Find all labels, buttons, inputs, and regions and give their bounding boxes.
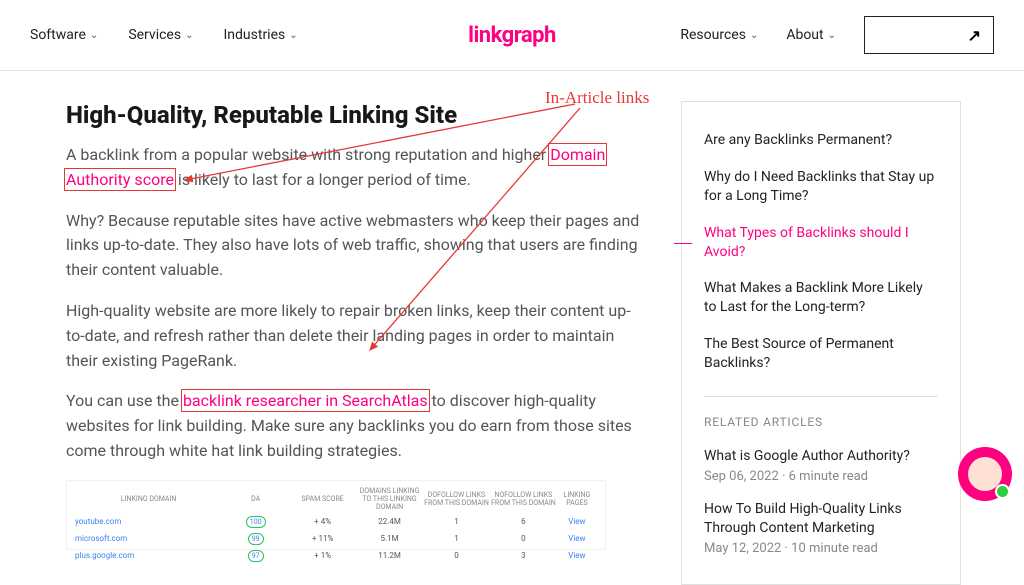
chevron-down-icon: ⌄ [90, 30, 98, 41]
related-heading: RELATED ARTICLES [704, 396, 938, 429]
top-nav: Software⌄ Services⌄ Industries⌄ linkgrap… [0, 0, 1024, 71]
article-body: High-Quality, Reputable Linking Site A b… [66, 101, 641, 585]
toc-item[interactable]: Are any Backlinks Permanent? [704, 122, 938, 159]
arrow-up-right-icon: ↗ [968, 26, 981, 45]
chevron-down-icon: ⌄ [750, 30, 758, 41]
chevron-down-icon: ⌄ [185, 30, 193, 41]
toc-item[interactable]: Why do I Need Backlinks that Stay up for… [704, 159, 938, 215]
nav-industries[interactable]: Industries⌄ [223, 27, 297, 43]
sidebar: Are any Backlinks Permanent?Why do I Nee… [681, 101, 961, 585]
nav-services[interactable]: Services⌄ [128, 27, 193, 43]
embedded-screenshot: LINKING DOMAINDASPAM SCOREDOMAINS LINKIN… [66, 480, 606, 550]
nav-about[interactable]: About⌄ [786, 27, 836, 43]
logo[interactable]: linkgraph [468, 23, 556, 48]
chevron-down-icon: ⌄ [828, 30, 836, 41]
toc-item[interactable]: The Best Source of Permanent Backlinks? [704, 326, 938, 382]
chevron-down-icon: ⌄ [289, 30, 297, 41]
related-article[interactable]: How To Build High-Quality Links Through … [704, 492, 938, 564]
chat-widget[interactable] [958, 447, 1012, 501]
toc-item[interactable]: What Types of Backlinks should I Avoid? [704, 215, 938, 271]
paragraph-4: You can use the backlink researcher in S… [66, 389, 641, 463]
table-row: plus.google.com97+ 1%11.2M03View [75, 550, 597, 562]
nav-left: Software⌄ Services⌄ Industries⌄ [30, 27, 298, 43]
toc-item[interactable]: What Makes a Backlink More Likely to Las… [704, 270, 938, 326]
nav-software[interactable]: Software⌄ [30, 27, 98, 43]
table-row: microsoft.com99+ 11%5.1M10View [75, 533, 597, 545]
nav-right: Resources⌄ About⌄ ↗ [680, 16, 994, 54]
nav-resources[interactable]: Resources⌄ [680, 27, 758, 43]
annotation-label: In-Article links [545, 88, 649, 108]
cta-button[interactable]: ↗ [864, 16, 994, 54]
link-backlink-researcher[interactable]: backlink researcher in SearchAtlas [183, 391, 428, 410]
paragraph-2: Why? Because reputable sites have active… [66, 209, 641, 283]
avatar-icon [968, 457, 1002, 491]
paragraph-1: A backlink from a popular website with s… [66, 143, 641, 193]
table-row: youtube.com100+ 4%22.4M16View [75, 516, 597, 528]
paragraph-3: High-quality website are more likely to … [66, 299, 641, 373]
related-article[interactable]: What is Google Author Authority?Sep 06, … [704, 439, 938, 492]
